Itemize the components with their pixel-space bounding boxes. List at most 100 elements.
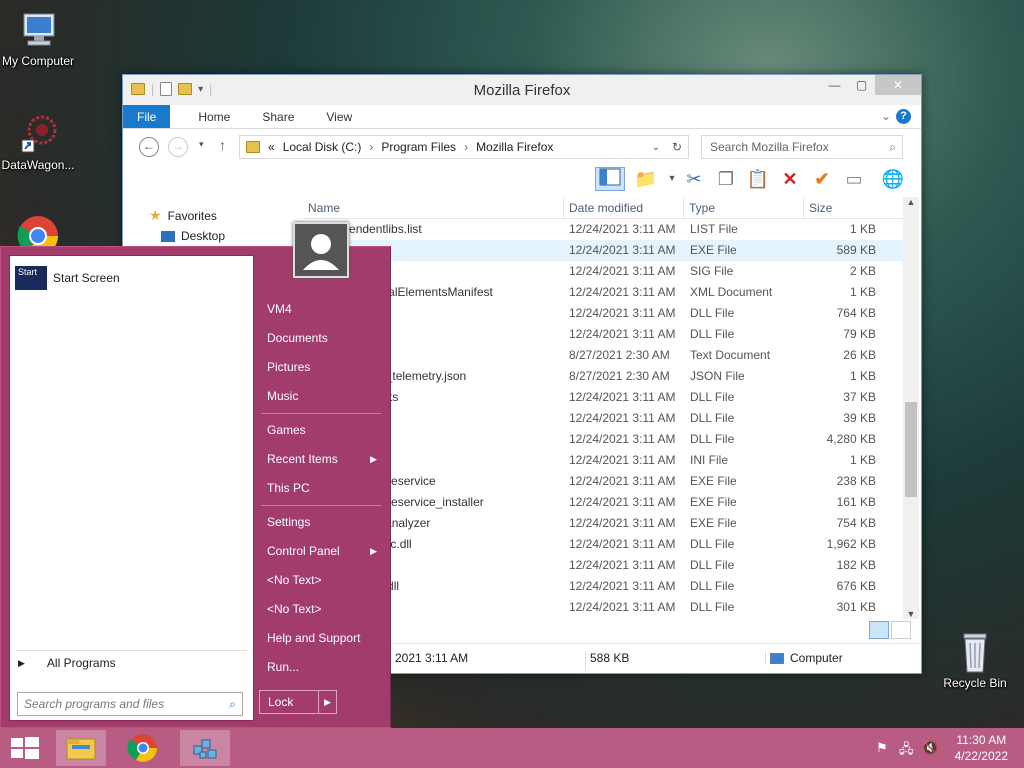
table-row[interactable]: mozglue.dll12/24/2021 3:11 AMDLL File182…	[303, 555, 915, 576]
column-date[interactable]: Date modified	[564, 197, 684, 218]
up-button[interactable]: ↑	[219, 137, 226, 153]
large-icons-view-icon[interactable]	[891, 621, 911, 639]
search-box[interactable]: Search Mozilla Firefox ⌕	[701, 135, 903, 159]
table-row[interactable]: ipcclientcerts12/24/2021 3:11 AMDLL File…	[303, 387, 915, 408]
table-row[interactable]: libEGL.dll12/24/2021 3:11 AMDLL File4,28…	[303, 429, 915, 450]
start-item-pictures[interactable]: Pictures	[259, 353, 387, 382]
volume-muted-icon[interactable]: 🔇	[922, 740, 938, 756]
minimize-button[interactable]: —	[821, 75, 848, 95]
table-row[interactable]: dependentlibs.list 12/24/2021 3:11 AM LIST…	[303, 219, 915, 240]
table-row[interactable]: minidump-analyzer12/24/2021 3:11 AMEXE F…	[303, 513, 915, 534]
start-item-this-pc[interactable]: This PC	[259, 474, 387, 503]
globe-icon[interactable]: 🌐	[880, 167, 906, 191]
table-row[interactable]: lgpllibs.dll12/24/2021 3:11 AMDLL File79…	[303, 324, 915, 345]
power-options-icon[interactable]: ▶	[318, 691, 336, 713]
breadcrumb-separator-icon[interactable]: ›	[369, 140, 373, 154]
file-date: 12/24/2021 3:11 AM	[569, 306, 676, 320]
taskbar-explorer[interactable]	[56, 730, 106, 766]
close-button[interactable]: ✕	[875, 75, 921, 95]
cut-icon[interactable]: ✂	[681, 167, 707, 191]
vertical-scrollbar[interactable]: ▲ ▼	[903, 197, 919, 619]
table-row[interactable]: mozavcodec.dll12/24/2021 3:11 AMDLL File…	[303, 534, 915, 555]
action-center-flag-icon[interactable]: ⚑	[876, 740, 888, 756]
table-row[interactable]: install8/27/2021 2:30 AMText Document26 …	[303, 345, 915, 366]
checkmark-icon[interactable]: ✔	[809, 167, 835, 191]
start-item-games[interactable]: Games	[259, 416, 387, 445]
clock[interactable]: 11:30 AM 4/22/2022	[955, 732, 1008, 764]
table-row[interactable]: locale12/24/2021 3:11 AMINI File1 KB	[303, 450, 915, 471]
start-item-no-text-2[interactable]: <No Text>	[259, 595, 387, 624]
copy-icon[interactable]: ❐	[713, 167, 739, 191]
tab-home[interactable]: Home	[170, 105, 244, 128]
address-bar[interactable]: « Local Disk (C:) › Program Files › Mozi…	[239, 135, 689, 159]
breadcrumb-local-disk[interactable]: Local Disk (C:)	[283, 140, 362, 154]
start-item-control-panel[interactable]: Control Panel ▶	[259, 537, 387, 566]
network-icon[interactable]: 🖧	[899, 740, 914, 762]
scrollbar-thumb[interactable]	[905, 402, 917, 497]
refresh-icon[interactable]: ↻	[672, 140, 682, 154]
file-size: 39 KB	[843, 411, 876, 425]
search-icon[interactable]: ⌕	[889, 136, 896, 158]
start-item-recent-items[interactable]: Recent Items ▶	[259, 445, 387, 474]
rename-icon[interactable]: ▭	[841, 167, 867, 191]
desktop-icon-my-computer[interactable]: My Computer	[0, 8, 78, 68]
start-item-settings[interactable]: Settings	[259, 508, 387, 537]
table-row[interactable]: mozglue12/24/2021 3:11 AMDLL File39 KB	[303, 408, 915, 429]
taskbar: ⚑ 🖧 🔇 11:30 AM 4/22/2022	[0, 728, 1024, 768]
breadcrumb-program-files[interactable]: Program Files	[381, 140, 456, 154]
start-button[interactable]	[0, 730, 50, 766]
table-row[interactable]: firefox.VisualElementsManifest 12/24/2021…	[303, 282, 915, 303]
folder-options-icon[interactable]: 📁	[633, 167, 659, 191]
table-row[interactable]: 12/24/2021 3:11 AM EXE File 589 KB	[303, 240, 915, 261]
breadcrumb-separator-icon[interactable]: ›	[464, 140, 468, 154]
back-button[interactable]: ←	[139, 137, 159, 157]
recent-locations-icon[interactable]: ▾	[199, 139, 204, 150]
search-icon[interactable]: ⌕	[229, 693, 236, 715]
start-item-run[interactable]: Run...	[259, 653, 387, 682]
table-row[interactable]: maintenanceservice12/24/2021 3:11 AMEXE …	[303, 471, 915, 492]
table-row[interactable]: maintenanceservice_installer 12/24/2021 3…	[303, 492, 915, 513]
tab-view[interactable]: View	[308, 105, 366, 128]
delete-icon[interactable]: ✕	[777, 167, 803, 191]
scroll-down-icon[interactable]: ▼	[903, 609, 919, 619]
table-row[interactable]: installation_telemetry.json 8/27/2021 2:3…	[303, 366, 915, 387]
column-type[interactable]: Type	[684, 197, 804, 218]
breadcrumb-mozilla-firefox[interactable]: Mozilla Firefox	[476, 140, 553, 154]
start-item-no-text-1[interactable]: <No Text>	[259, 566, 387, 595]
all-programs-item[interactable]: ▶ All Programs	[18, 656, 116, 670]
forward-button[interactable]: →	[168, 137, 188, 157]
taskbar-datawagon[interactable]	[180, 730, 230, 766]
desktop-icon-recycle-bin[interactable]: Recycle Bin	[935, 630, 1015, 690]
start-item-documents[interactable]: Documents	[259, 324, 387, 353]
maximize-button[interactable]: ▢	[848, 75, 875, 95]
column-size[interactable]: Size	[804, 197, 876, 218]
start-screen-item[interactable]: Start Start Screen	[15, 266, 120, 290]
expand-ribbon-icon[interactable]: ⌄	[881, 109, 891, 123]
paste-icon[interactable]: 📋	[745, 167, 771, 191]
nav-favorites[interactable]: ★ Favorites	[149, 207, 217, 224]
table-row[interactable]: nss3.dll12/24/2021 3:11 AMDLL File301 KB	[303, 597, 915, 618]
table-row[interactable]: freebl3.dll12/24/2021 3:11 AMDLL File764…	[303, 303, 915, 324]
address-dropdown-icon[interactable]: ⌄	[652, 142, 660, 153]
desktop-icon-datawagon[interactable]: DataWagon...	[0, 112, 78, 172]
address-overflow[interactable]: «	[268, 140, 275, 154]
help-icon[interactable]: ?	[896, 109, 911, 124]
start-item-vm4[interactable]: VM4	[259, 295, 387, 324]
file-size: 1 KB	[849, 222, 876, 236]
table-row[interactable]: msvcp140.dll12/24/2021 3:11 AMDLL File67…	[303, 576, 915, 597]
details-view-icon[interactable]	[869, 621, 889, 639]
preview-pane-icon[interactable]	[595, 167, 625, 191]
start-item-music[interactable]: Music	[259, 382, 387, 411]
scroll-up-icon[interactable]: ▲	[903, 197, 919, 207]
taskbar-chrome[interactable]	[118, 730, 168, 766]
table-row[interactable]: ig12/24/2021 3:11 AMSIG File2 KB	[303, 261, 915, 282]
start-search-input[interactable]: Search programs and files ⌕	[17, 692, 243, 716]
start-item-help[interactable]: Help and Support	[259, 624, 387, 653]
window-title: Mozilla Firefox	[473, 82, 571, 99]
tab-share[interactable]: Share	[244, 105, 308, 128]
user-avatar[interactable]	[293, 222, 349, 278]
lock-button[interactable]: Lock ▶	[259, 690, 337, 714]
column-name[interactable]: Name	[303, 197, 564, 218]
tab-file[interactable]: File	[123, 105, 171, 128]
nav-desktop[interactable]: Desktop	[161, 229, 225, 243]
